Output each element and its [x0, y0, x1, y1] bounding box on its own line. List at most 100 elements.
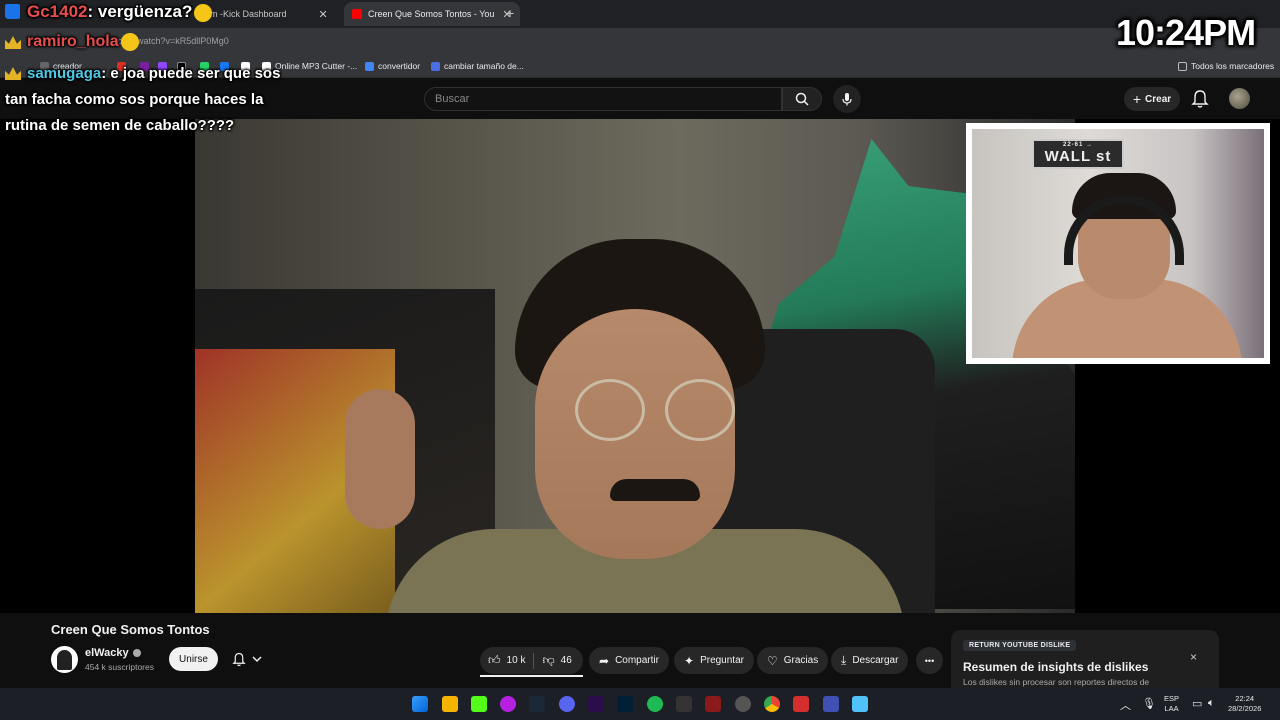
return-dislike-card: RETURN YOUTUBE DISLIKE Resumen de insigh…	[951, 630, 1219, 688]
like-button[interactable]: 👍︎ 10 k	[480, 647, 533, 674]
glasses-left	[575, 379, 645, 441]
address-bar[interactable]: e.com/watch?v=kR5dllP0Mg0	[0, 28, 1280, 56]
new-tab-button[interactable]: +	[506, 5, 514, 21]
extension-subtitle: Los dislikes sin procesar son reportes d…	[963, 677, 1150, 687]
search-box[interactable]	[424, 87, 782, 111]
glasses-right	[665, 379, 735, 441]
bookmark-convertidor[interactable]: convertidor	[365, 61, 420, 71]
windows-taskbar: ︿ 🎙︎ ESP LAA ▭ 🔈︎ 22:24 28/2/2026	[0, 688, 1280, 720]
sparkle-icon: ✦	[684, 653, 695, 668]
more-actions-button[interactable]: •••	[916, 647, 943, 674]
discord-icon[interactable]	[559, 696, 575, 712]
share-button[interactable]: ➦ Compartir	[589, 647, 669, 674]
tray-overflow-icon[interactable]: ︿	[1120, 697, 1131, 713]
account-avatar[interactable]	[1229, 88, 1250, 109]
sign-text: WALL st	[1044, 148, 1112, 165]
sign-top-text: 22-61 →	[1062, 142, 1093, 148]
laughing-emoji-icon	[194, 3, 213, 22]
channel-name[interactable]: elWacky	[85, 647, 141, 659]
ask-label: Preguntar	[700, 655, 744, 666]
subscription-bell-button[interactable]	[224, 647, 270, 671]
microphone-tray-icon[interactable]: 🎙︎	[1142, 697, 1156, 710]
share-label: Compartir	[615, 655, 659, 666]
chat-username: ramiro_hola	[27, 33, 119, 51]
voicemod-icon[interactable]	[793, 696, 809, 712]
canva-icon[interactable]	[500, 696, 516, 712]
like-ratio-bar	[480, 675, 583, 677]
extension-tag: RETURN YOUTUBE DISLIKE	[963, 640, 1077, 651]
share-icon: ➦	[599, 653, 610, 668]
chat-text: : e joa puede ser que sos	[101, 65, 281, 82]
verified-icon	[132, 649, 141, 658]
create-label: Crear	[1145, 93, 1172, 105]
date-text: 28/2/2026	[1228, 704, 1262, 713]
hand	[345, 389, 415, 529]
bookmark-label: Online MP3 Cutter -...	[275, 61, 358, 71]
spotify-icon[interactable]	[647, 696, 663, 712]
extension-title: Resumen de insights de dislikes	[963, 660, 1149, 674]
chat-message: Gc1402: vergüenza?	[27, 2, 213, 22]
bell-icon	[232, 652, 246, 666]
webcam-overlay: 22-61 → WALL st	[966, 123, 1270, 364]
tab-youtube-video[interactable]: Creen Que Somos Tontos - You ✕	[344, 2, 520, 26]
download-icon: ⤓	[841, 653, 847, 667]
bookmark-label: cambiar tamaño de...	[444, 61, 524, 71]
channel-avatar[interactable]	[51, 646, 78, 673]
thumbs-down-icon: 👎︎	[542, 653, 555, 667]
close-card-button[interactable]: ×	[1190, 650, 1197, 664]
streamer-on-video	[345, 239, 905, 613]
join-button[interactable]: Unirse	[169, 647, 218, 671]
steam-icon[interactable]	[529, 696, 545, 712]
search-button[interactable]	[782, 87, 822, 111]
language-indicator[interactable]: ESP LAA	[1164, 694, 1179, 714]
dislike-button[interactable]: 👎︎ 46	[534, 647, 579, 674]
chat-badge-icon	[5, 4, 20, 18]
tab-label: Kick Dashboard	[223, 9, 287, 19]
subscriber-count: 454 k suscriptores	[85, 662, 154, 672]
create-button[interactable]: + Crear	[1124, 87, 1180, 111]
like-dislike-group: 👍︎ 10 k 👎︎ 46	[480, 647, 583, 674]
premiere-icon[interactable]	[588, 696, 604, 712]
tab-kick-dashboard[interactable]: m - Kick Dashboard ✕	[210, 4, 328, 24]
video-frame[interactable]	[195, 119, 1075, 613]
chat-text: : vergüenza?	[87, 2, 193, 21]
file-explorer-icon[interactable]	[442, 696, 458, 712]
like-count: 10 k	[506, 655, 526, 666]
download-button[interactable]: ⤓ Descargar	[831, 647, 909, 674]
close-tab-icon[interactable]: ✕	[319, 8, 328, 21]
search-input[interactable]	[425, 88, 781, 110]
notepad-icon[interactable]	[852, 696, 868, 712]
time-text: 22:24	[1235, 694, 1255, 703]
channel-name-text[interactable]: elWacky	[85, 647, 129, 659]
microphone-icon	[842, 93, 852, 106]
thanks-button[interactable]: ♡ Gracias	[757, 647, 829, 674]
youtube-favicon-icon	[352, 9, 362, 19]
obs-icon[interactable]	[735, 696, 751, 712]
convertidor-icon	[365, 61, 374, 71]
smile-emoji-icon	[120, 33, 139, 51]
chat-message-continuation: rutina de semen de caballo????	[5, 117, 235, 134]
voice-search-button[interactable]	[833, 85, 861, 113]
windows-start-icon[interactable]	[412, 696, 428, 712]
kick-icon[interactable]	[471, 696, 487, 712]
network-icon[interactable]: ▭	[1192, 697, 1202, 710]
video-title: Creen Que Somos Tontos	[51, 622, 210, 637]
search-icon	[795, 92, 809, 106]
photoshop-icon[interactable]	[617, 696, 633, 712]
thumbs-up-icon: 👍︎	[488, 653, 501, 667]
chat-message: ramiro_hola	[27, 33, 139, 51]
language-text: ESP	[1164, 694, 1180, 703]
all-bookmarks-button[interactable]: Todos los marcadores	[1178, 61, 1274, 71]
bookmark-cambiar-tamano[interactable]: cambiar tamaño de...	[431, 61, 524, 71]
logitech-icon[interactable]	[676, 696, 692, 712]
ask-button[interactable]: ✦ Preguntar	[674, 647, 754, 674]
chrome-icon[interactable]	[764, 696, 780, 712]
tab-label: Creen Que Somos Tontos - You	[368, 9, 495, 19]
valorant-icon[interactable]	[705, 696, 721, 712]
volume-icon[interactable]: 🔈︎	[1208, 697, 1215, 710]
resize-icon	[431, 61, 440, 71]
folder-icon	[1178, 61, 1187, 71]
notifications-bell-icon[interactable]	[1191, 89, 1209, 109]
clock-tray[interactable]: 22:24 28/2/2026	[1228, 694, 1261, 714]
app-icon[interactable]	[823, 696, 839, 712]
